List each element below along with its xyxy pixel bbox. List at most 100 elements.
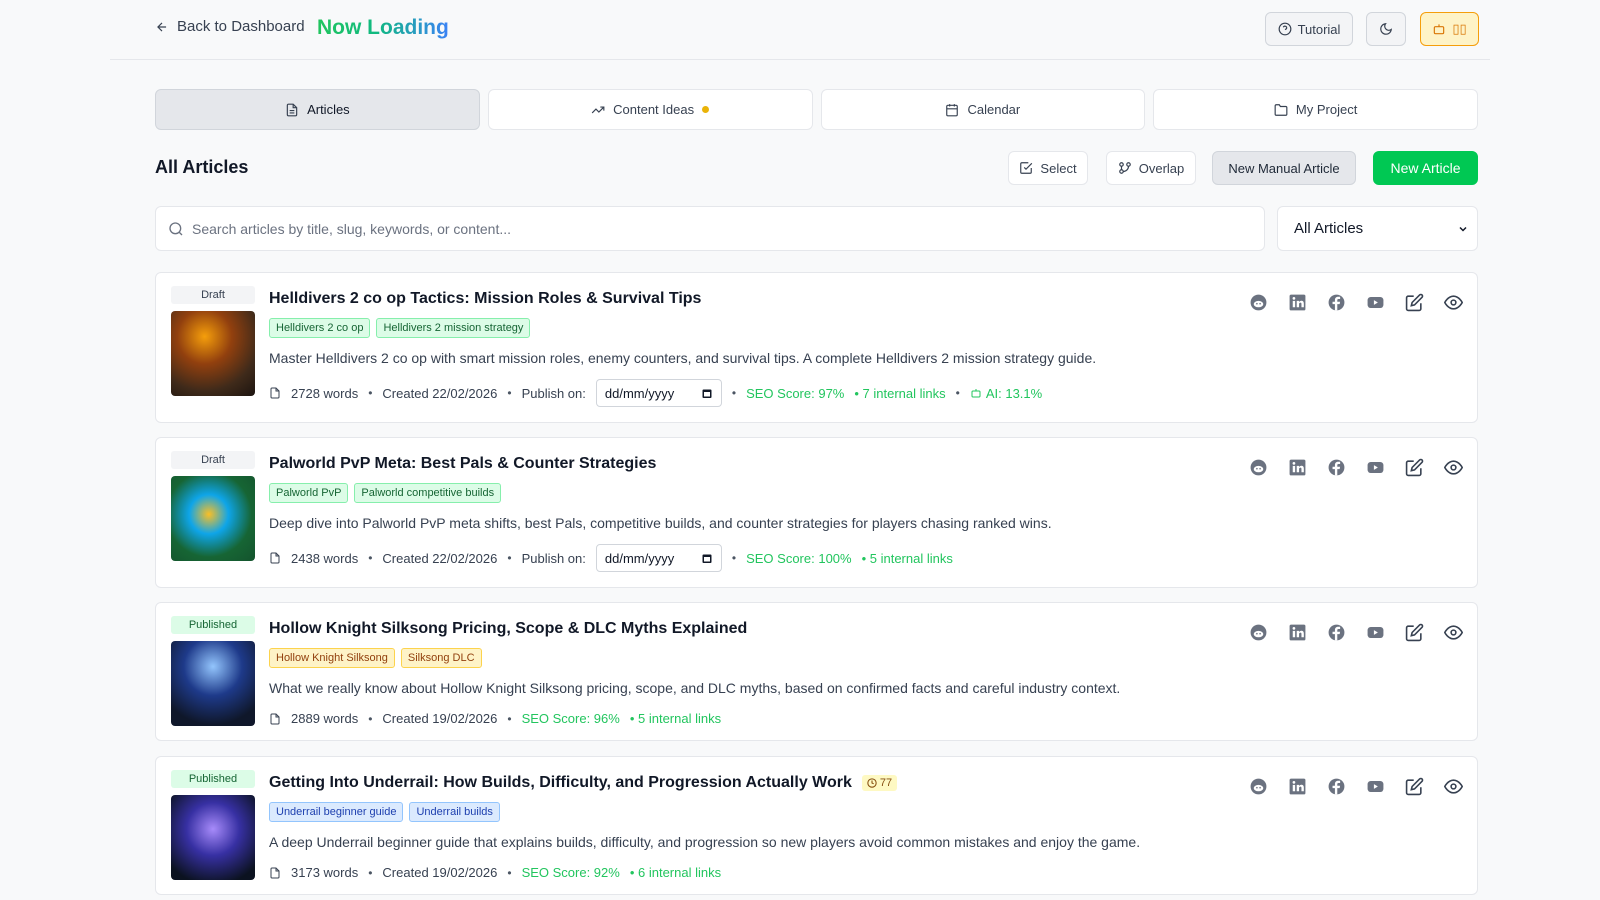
keyword-tag: Palworld PvP [269,483,349,503]
article-tags: Helldivers 2 co op Helldivers 2 mission … [269,318,531,338]
publish-date-input[interactable]: dd/mm/yyyy [595,544,722,572]
view-icon[interactable] [1444,293,1463,312]
dark-mode-toggle[interactable] [1366,12,1406,46]
tab-label: Calendar [967,102,1021,117]
edit-icon[interactable] [1405,777,1424,796]
view-icon[interactable] [1444,777,1463,796]
reddit-icon[interactable] [1249,458,1268,477]
created-date: Created 19/02/2026 [382,865,498,880]
article-title[interactable]: Getting Into Underrail: How Builds, Diff… [269,774,898,792]
article-card: Draft Helldivers 2 co op Tactics: Missio… [155,272,1478,423]
ai-assistant-button[interactable]: ▯▯ [1420,12,1479,46]
edit-icon[interactable] [1405,458,1424,477]
separator: • [507,551,512,565]
edit-icon[interactable] [1405,293,1424,312]
tab-content-ideas[interactable]: Content Ideas [487,89,813,130]
checkbox-icon [1020,162,1033,174]
article-description: Deep dive into Palworld PvP meta shifts,… [269,515,1052,531]
help-circle-icon [1278,22,1291,36]
search-bar [155,206,1265,251]
word-count: 2728 words [291,385,359,401]
file-icon [286,103,298,116]
article-thumbnail[interactable] [171,641,255,726]
view-icon[interactable] [1444,458,1463,477]
article-tags: Underrail beginner guide Underrail build… [269,802,500,822]
word-count: 3173 words [291,865,359,880]
linkedin-icon[interactable] [1288,293,1307,312]
tab-label: My Project [1295,102,1358,117]
linkedin-icon[interactable] [1288,777,1307,796]
article-description: What we really know about Hollow Knight … [269,680,1121,696]
views-badge: 77 [861,775,898,791]
article-thumbnail[interactable] [171,476,255,561]
keyword-tag: Underrail beginner guide [269,802,404,822]
created-date: Created 22/02/2026 [382,550,498,566]
robot-icon [971,389,981,398]
facebook-icon[interactable] [1327,458,1346,477]
calendar-icon [946,103,959,116]
article-description: A deep Underrail beginner guide that exp… [269,834,1141,850]
tab-label: Content Ideas [613,102,695,117]
youtube-icon[interactable] [1366,293,1385,312]
share-actions [1249,777,1463,796]
article-title[interactable]: Helldivers 2 co op Tactics: Mission Role… [269,290,701,308]
file-icon [270,713,280,724]
keyword-tag: Helldivers 2 mission strategy [376,318,531,338]
youtube-icon[interactable] [1366,458,1385,477]
separator: • [507,386,512,400]
reddit-icon[interactable] [1249,777,1268,796]
article-description: Master Helldivers 2 co op with smart mis… [269,350,1097,366]
separator: • [955,386,960,400]
back-to-dashboard-link[interactable]: Back to Dashboard [155,18,305,35]
youtube-icon[interactable] [1366,623,1385,642]
calendar-icon [702,389,712,398]
facebook-icon[interactable] [1327,777,1346,796]
new-ideas-indicator [702,106,710,113]
tab-my-project[interactable]: My Project [1153,89,1478,130]
status-badge: Published [171,616,255,634]
facebook-icon[interactable] [1327,293,1346,312]
tab-calendar[interactable]: Calendar [820,89,1146,130]
article-title[interactable]: Palworld PvP Meta: Best Pals & Counter S… [269,455,656,473]
internal-links: • 5 internal links [629,711,722,726]
overlap-button[interactable]: Overlap [1106,151,1196,185]
youtube-icon[interactable] [1366,777,1385,796]
article-card: Published Getting Into Underrail: How Bu… [155,756,1478,895]
view-icon[interactable] [1444,623,1463,642]
article-filter-select[interactable]: All Articles [1277,206,1478,251]
edit-icon[interactable] [1405,623,1424,642]
keyword-tag: Palworld competitive builds [354,483,502,503]
tab-label: Articles [307,102,350,117]
seo-score: SEO Score: 96% [521,711,620,726]
robot-icon [1434,24,1445,35]
linkedin-icon[interactable] [1288,623,1307,642]
article-meta: 2438 words • Created 22/02/2026 • Publis… [269,544,953,572]
separator: • [731,551,737,565]
calendar-icon [702,554,712,563]
article-thumbnail[interactable] [171,795,255,880]
tab-articles[interactable]: Articles [155,89,480,130]
keyword-tag: Underrail builds [409,802,500,822]
file-icon [270,867,280,878]
article-card: Draft Palworld PvP Meta: Best Pals & Cou… [155,437,1478,588]
file-icon [270,387,280,399]
publish-label: Publish on: [521,385,586,401]
new-article-button[interactable]: New Article [1373,151,1478,185]
linkedin-icon[interactable] [1288,458,1307,477]
select-button[interactable]: Select [1008,151,1088,185]
word-count: 2889 words [291,711,359,726]
search-input[interactable] [156,207,1264,250]
article-thumbnail[interactable] [171,311,255,396]
separator: • [731,386,737,400]
article-tags: Hollow Knight Silksong Silksong DLC [269,648,482,668]
brand-title: Now Loading [317,16,449,39]
tutorial-button[interactable]: Tutorial [1265,12,1353,46]
reddit-icon[interactable] [1249,293,1268,312]
internal-links: • 5 internal links [861,550,953,566]
reddit-icon[interactable] [1249,623,1268,642]
publish-date-input[interactable]: dd/mm/yyyy [595,379,722,407]
article-title[interactable]: Hollow Knight Silksong Pricing, Scope & … [269,620,747,638]
facebook-icon[interactable] [1327,623,1346,642]
separator: • [368,711,373,726]
new-manual-article-button[interactable]: New Manual Article [1212,151,1356,185]
